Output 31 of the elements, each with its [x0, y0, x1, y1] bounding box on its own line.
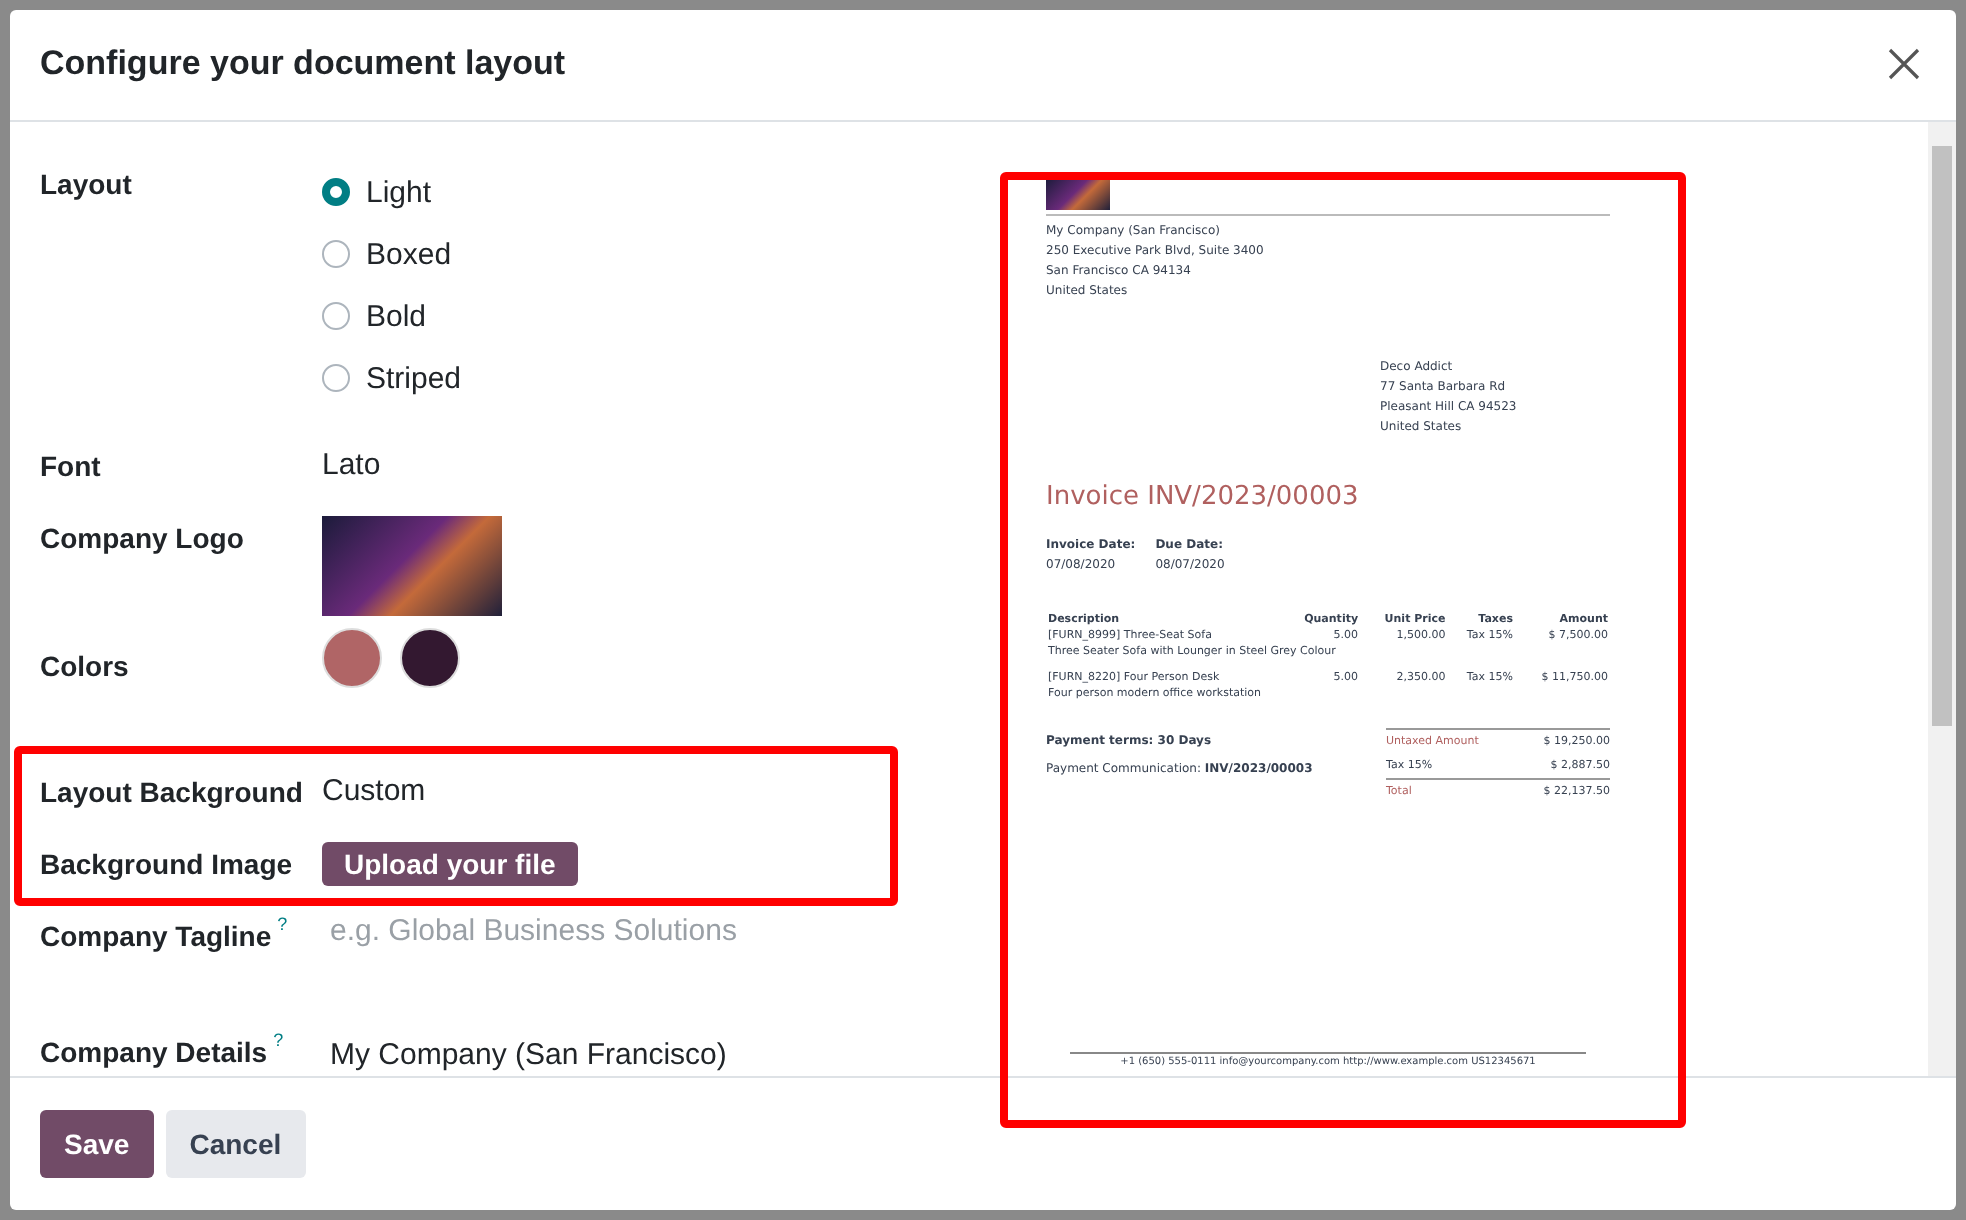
radio-option[interactable]: Striped — [322, 347, 950, 410]
field-value: Lato — [322, 445, 383, 486]
invoice-title: Invoice INV/2023/00003 — [1046, 481, 1361, 512]
field-label: Font — [40, 447, 101, 486]
close-icon — [1886, 46, 1922, 83]
radio-option[interactable]: Bold — [322, 285, 950, 348]
help-tooltip-mark[interactable]: ? — [273, 1029, 284, 1050]
logo-image-placeholder[interactable] — [322, 515, 502, 616]
field-label: Layout Background — [40, 773, 303, 812]
field-label: Company Tagline — [40, 917, 272, 956]
scrollbar[interactable] — [1928, 121, 1956, 1076]
details-text-field[interactable]: My Company (San Francisco) — [322, 1029, 950, 1076]
color-swatch[interactable] — [400, 627, 460, 688]
field-label: Company Details — [40, 1033, 268, 1072]
color-swatch[interactable] — [322, 627, 382, 688]
field-label: Company Logo — [40, 519, 244, 558]
radio-icon[interactable] — [322, 178, 350, 207]
dialog-title: Configure your document layout — [40, 44, 566, 85]
cancel-button[interactable]: Cancel — [165, 1110, 306, 1178]
field-label: Colors — [40, 647, 129, 686]
field-label: Layout — [40, 165, 132, 204]
radio-option[interactable]: Boxed — [322, 223, 950, 286]
help-tooltip-mark[interactable]: ? — [277, 913, 288, 934]
field-label: Background Image — [40, 845, 293, 884]
radio-icon[interactable] — [322, 240, 350, 269]
save-button[interactable]: Save — [40, 1110, 154, 1178]
radio-icon[interactable] — [322, 364, 350, 393]
field-value: Custom — [322, 771, 428, 812]
radio-icon[interactable] — [322, 302, 350, 331]
upload-button[interactable]: Upload your file — [322, 841, 578, 886]
radio-option[interactable]: Light — [322, 161, 950, 224]
